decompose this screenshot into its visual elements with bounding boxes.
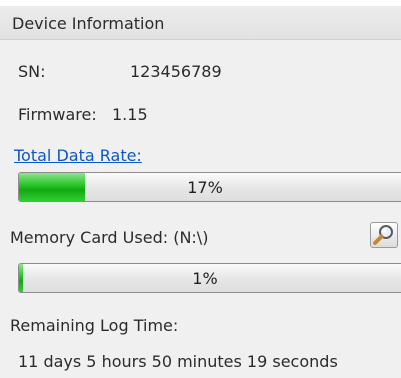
remaining-log-time-value: 11 days 5 hours 50 minutes 19 seconds [18,352,338,371]
magnifier-icon [373,225,393,245]
panel-title: Device Information [12,14,165,33]
firmware-label: Firmware: [18,105,97,124]
firmware-value: 1.15 [112,105,148,124]
total-data-rate-progress-bar: 17% [18,172,401,202]
browse-button[interactable] [370,222,398,248]
sn-label: SN: [18,62,46,81]
total-data-rate-link[interactable]: Total Data Rate: [14,146,142,165]
sn-value: 123456789 [130,62,222,81]
panel-header: Device Information [0,6,401,40]
total-data-rate-percent: 17% [187,178,223,197]
memory-card-used-label: Memory Card Used: (N:\) [10,228,209,247]
memory-card-percent: 1% [192,269,218,288]
remaining-log-time-label: Remaining Log Time: [10,316,179,335]
device-info-panel: Device Information SN: 123456789 Firmwar… [0,6,401,378]
memory-card-progress-bar: 1% [18,263,401,293]
